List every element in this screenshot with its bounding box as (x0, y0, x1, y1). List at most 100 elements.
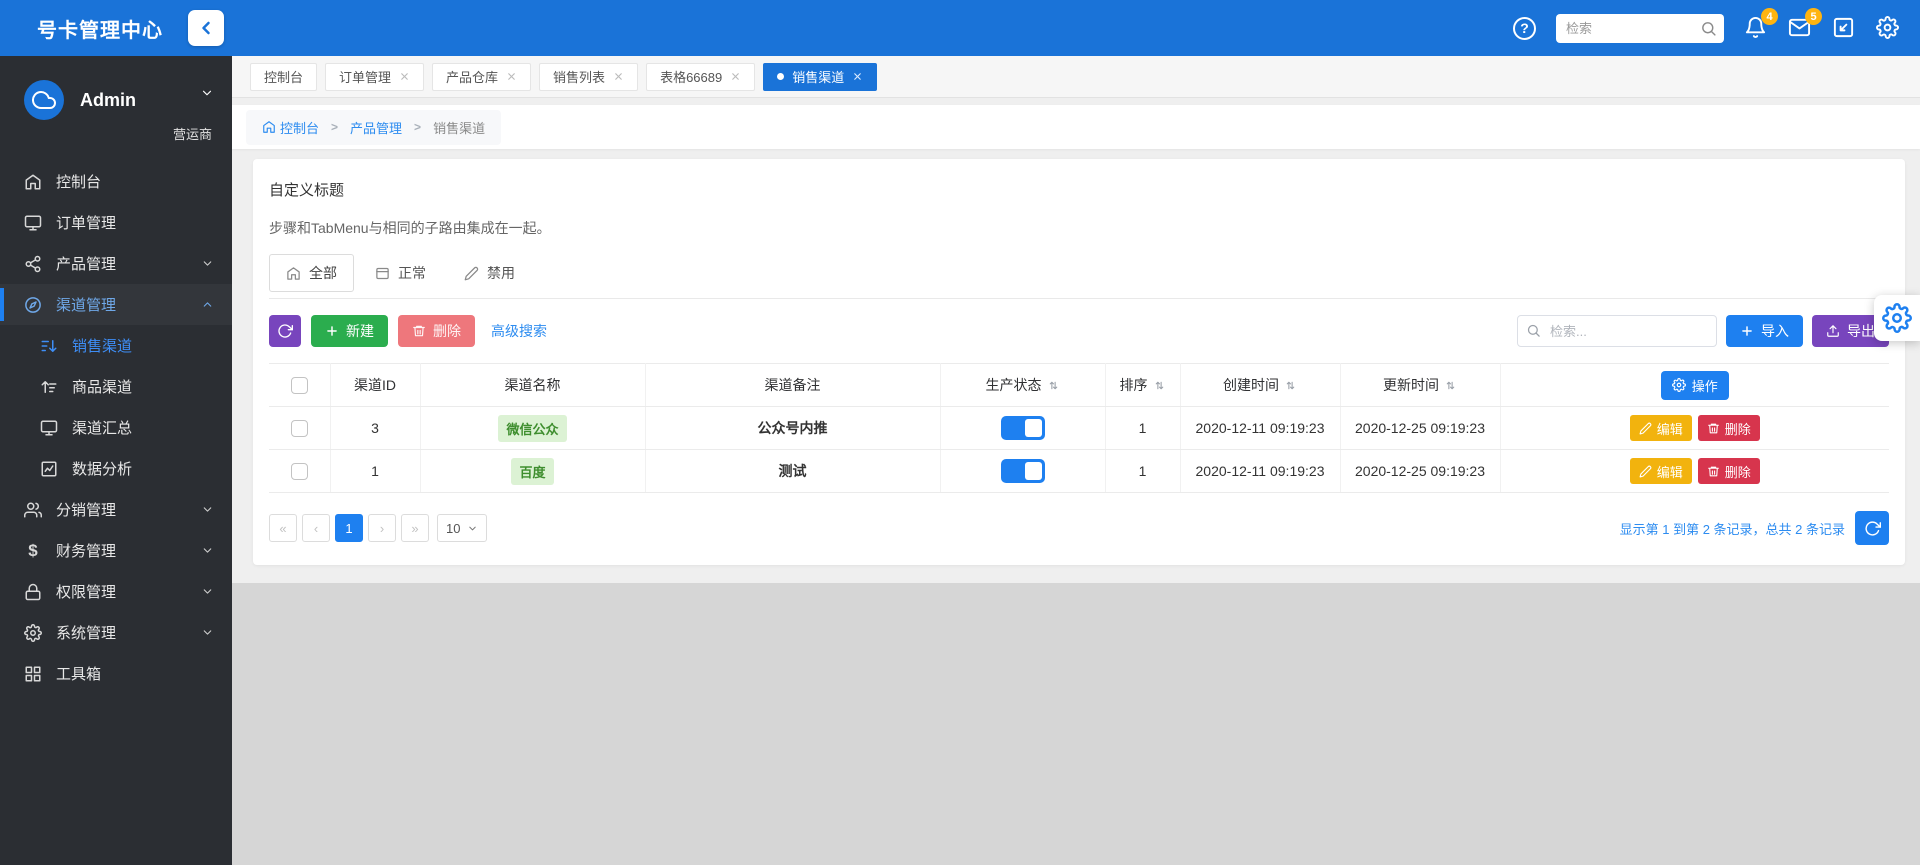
import-button[interactable]: 导入 (1726, 315, 1803, 347)
actions-header-label: 操作 (1692, 376, 1718, 395)
pagination-row: «‹1›» 10 显示第 1 到第 2 条记录，总共 2 条记录 (269, 511, 1889, 545)
open-tab[interactable]: 订单管理 (325, 63, 424, 91)
gear-icon (1876, 16, 1899, 39)
content-card: 自定义标题 步骤和TabMenu与相同的子路由集成在一起。 全部正常禁用 新建 … (253, 159, 1905, 565)
open-tab[interactable]: 表格66689 (646, 63, 755, 91)
filter-tab[interactable]: 正常 (358, 254, 443, 292)
open-tabs-bar: 控制台订单管理产品仓库销售列表表格66689 销售渠道 (232, 56, 1920, 98)
sort-list-icon (40, 337, 58, 355)
row-checkbox[interactable] (291, 420, 308, 437)
edit-button[interactable]: 编辑 (1630, 458, 1692, 484)
sitemap-icon (24, 255, 42, 273)
user-menu-caret-icon[interactable] (200, 86, 214, 100)
select-all-checkbox[interactable] (291, 377, 308, 394)
home-icon (262, 120, 276, 134)
gear-icon (1882, 303, 1912, 333)
sidebar-subitem[interactable]: 数据分析 (0, 448, 232, 489)
row-checkbox[interactable] (291, 463, 308, 480)
message-badge: 5 (1805, 8, 1822, 25)
column-header: 渠道名称 (420, 364, 645, 407)
delete-button[interactable]: 删除 (1698, 458, 1760, 484)
channel-name-cell: 百度 (420, 450, 645, 493)
sidebar-collapse-button[interactable] (188, 10, 224, 46)
sidebar-item[interactable]: 渠道管理 (0, 284, 232, 325)
status-toggle[interactable] (1001, 416, 1045, 440)
column-header: 渠道ID (330, 364, 420, 407)
sidebar-item-label: 渠道管理 (56, 294, 116, 315)
table-search-input[interactable] (1517, 315, 1717, 347)
sidebar-item[interactable]: 产品管理 (0, 243, 232, 284)
page-1-button[interactable]: 1 (335, 514, 363, 542)
users-icon (24, 501, 42, 519)
sort-cell: 1 (1105, 407, 1180, 450)
table-row: 1百度测试12020-12-11 09:19:232020-12-25 09:1… (269, 450, 1889, 493)
open-tab[interactable]: 销售渠道 (763, 63, 877, 91)
breadcrumb-item[interactable]: 控制台 (280, 118, 319, 137)
table-toolbar: 新建 删除 高级搜索 导入 (269, 315, 1889, 347)
status-cell (940, 407, 1105, 450)
refresh-button[interactable] (269, 315, 301, 347)
sidebar-item[interactable]: 权限管理 (0, 571, 232, 612)
sidebar-item[interactable]: 控制台 (0, 161, 232, 202)
home-icon (24, 173, 42, 191)
sidebar-item[interactable]: 系统管理 (0, 612, 232, 653)
pagination: «‹1›» (269, 514, 429, 542)
open-tab[interactable]: 控制台 (250, 63, 317, 91)
next-page-button[interactable]: › (368, 514, 396, 542)
top-header: 号卡管理中心 ? 4 5 (0, 0, 1920, 56)
column-header: 创建时间 (1180, 364, 1340, 407)
column-header-inner: 渠道ID (354, 375, 396, 395)
header-search-input[interactable] (1556, 14, 1724, 43)
create-button[interactable]: 新建 (311, 315, 388, 347)
first-page-button[interactable]: « (269, 514, 297, 542)
bulk-delete-button[interactable]: 删除 (398, 315, 475, 347)
sidebar-subitem[interactable]: 销售渠道 (0, 325, 232, 366)
delete-button[interactable]: 删除 (1698, 415, 1760, 441)
advanced-search-link[interactable]: 高级搜索 (491, 321, 547, 341)
filter-tab-label: 禁用 (487, 263, 515, 283)
upload-icon (1826, 324, 1840, 338)
breadcrumb-item[interactable]: 产品管理 (350, 118, 402, 137)
sidebar-item-label: 控制台 (56, 171, 101, 192)
filter-tab-label: 全部 (309, 263, 337, 283)
sidebar-item-label: 商品渠道 (72, 376, 132, 397)
pencil-icon (1639, 422, 1652, 435)
column-header-label: 生产状态 (986, 375, 1042, 395)
header-settings-button[interactable] (1876, 16, 1900, 40)
pencil-icon (464, 266, 479, 281)
search-icon[interactable] (1700, 20, 1717, 37)
close-icon (852, 71, 863, 82)
sidebar-item[interactable]: 工具箱 (0, 653, 232, 694)
column-header: 渠道备注 (645, 364, 940, 407)
dollar-icon: $ (24, 542, 42, 560)
sidebar-item-label: 财务管理 (56, 540, 116, 561)
table-refresh-button[interactable] (1855, 511, 1889, 545)
page-size-select[interactable]: 10 (437, 514, 487, 542)
filter-tab[interactable]: 禁用 (447, 254, 532, 292)
sidebar-item[interactable]: 分销管理 (0, 489, 232, 530)
sidebar-subitem[interactable]: 商品渠道 (0, 366, 232, 407)
main-area: 控制台订单管理产品仓库销售列表表格66689销售渠道 控制台>产品管理>销售渠道… (232, 56, 1920, 865)
last-page-button[interactable]: » (401, 514, 429, 542)
channel-name-badge: 百度 (511, 458, 553, 485)
help-icon[interactable]: ? (1513, 17, 1536, 40)
user-name: Admin (80, 90, 136, 111)
column-header-label: 渠道ID (354, 375, 396, 395)
columns-settings-button[interactable]: 操作 (1661, 371, 1729, 400)
open-tab[interactable]: 产品仓库 (432, 63, 531, 91)
edit-button[interactable]: 编辑 (1630, 415, 1692, 441)
fullscreen-button[interactable] (1832, 16, 1856, 40)
status-toggle[interactable] (1001, 459, 1045, 483)
filter-tab[interactable]: 全部 (269, 254, 354, 292)
sidebar-item[interactable]: $ 财务管理 (0, 530, 232, 571)
create-button-label: 新建 (346, 321, 374, 341)
messages-button[interactable]: 5 (1788, 16, 1812, 40)
user-block[interactable]: Admin (0, 56, 232, 120)
notifications-button[interactable]: 4 (1744, 16, 1768, 40)
chevron-down-icon (201, 503, 214, 516)
theme-settings-button[interactable] (1874, 295, 1920, 341)
sidebar-subitem[interactable]: 渠道汇总 (0, 407, 232, 448)
prev-page-button[interactable]: ‹ (302, 514, 330, 542)
open-tab[interactable]: 销售列表 (539, 63, 638, 91)
sidebar-item[interactable]: 订单管理 (0, 202, 232, 243)
